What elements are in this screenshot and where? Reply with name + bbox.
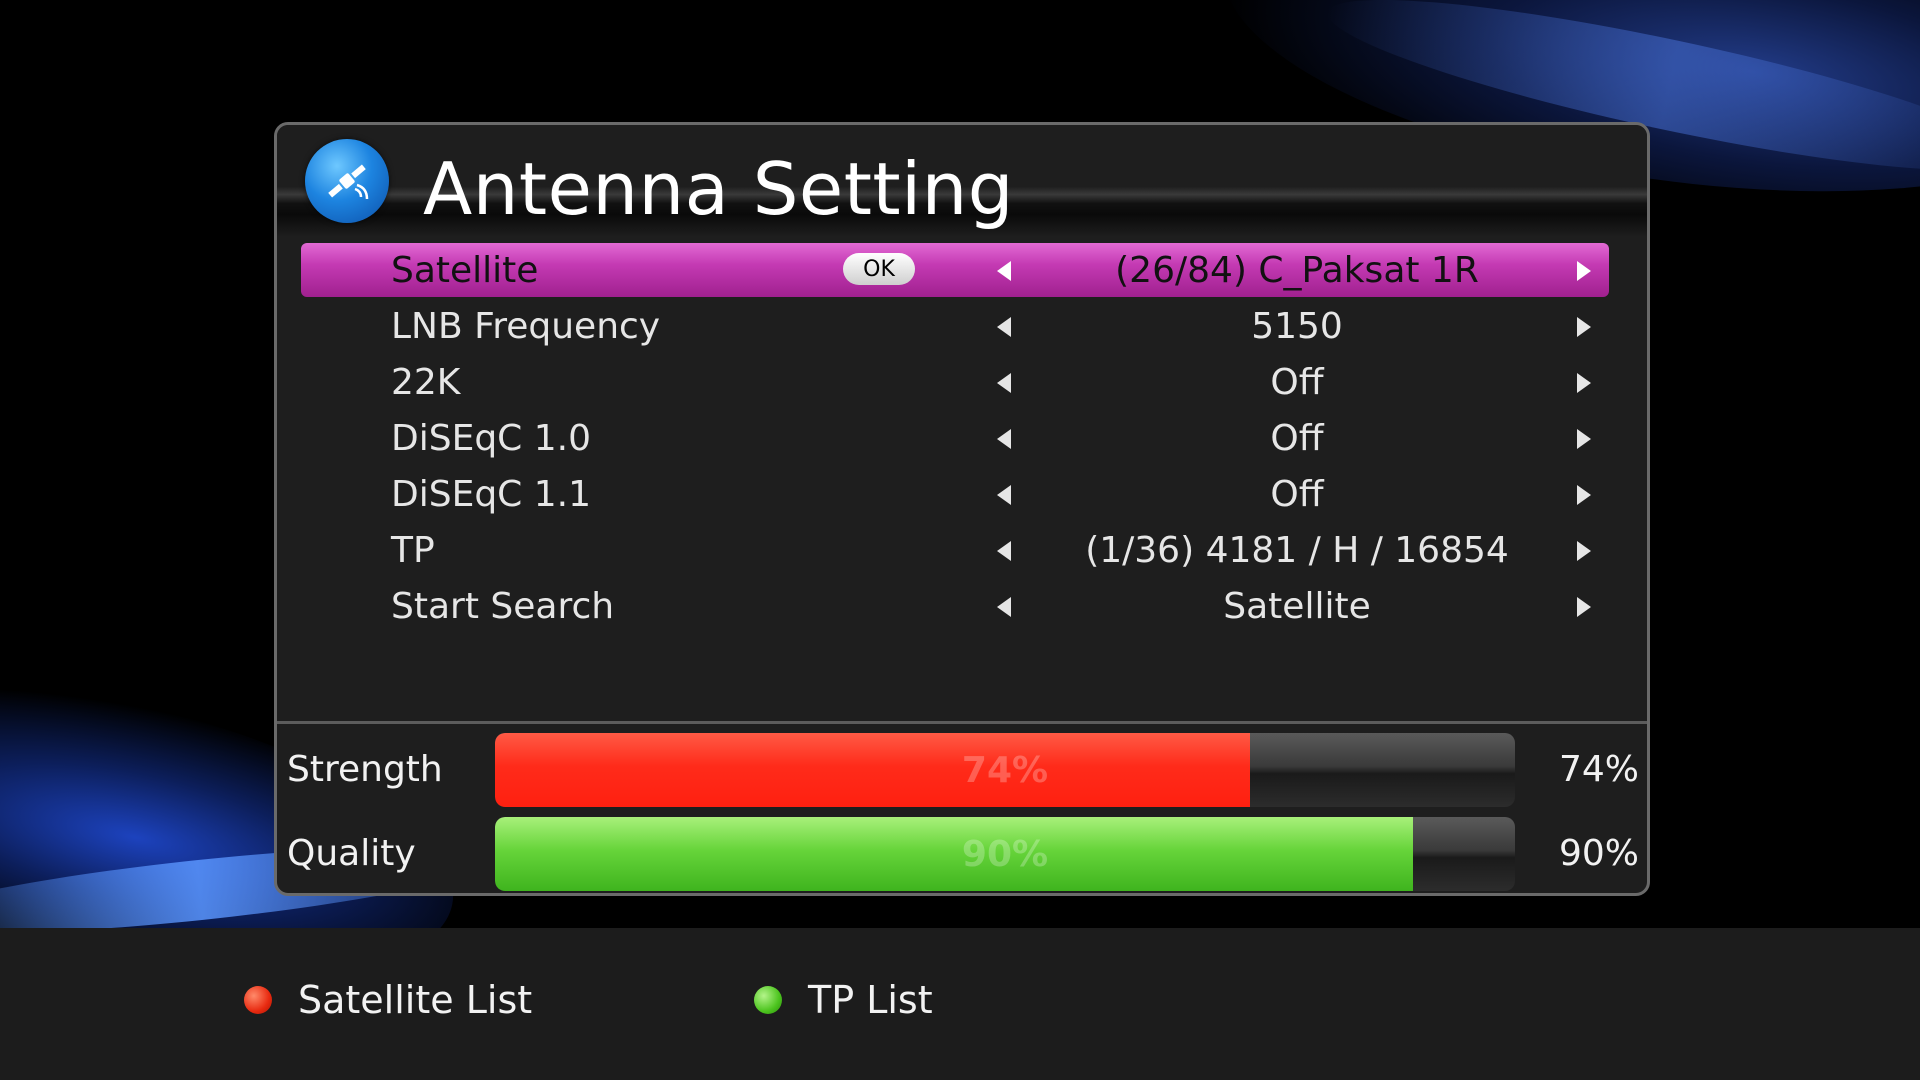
arrow-left-icon[interactable] xyxy=(997,429,1011,449)
menu-row-value: Off xyxy=(1270,418,1324,459)
menu-row-label: DiSEqC 1.0 xyxy=(391,418,592,459)
menu-row-tp[interactable]: TP (1/36) 4181 / H / 16854 xyxy=(301,523,1609,579)
menu-row-value: Satellite xyxy=(1223,586,1371,627)
menu-row-label: LNB Frequency xyxy=(391,306,661,347)
menu-row-label: DiSEqC 1.1 xyxy=(391,474,592,515)
quality-bar-text: 90% xyxy=(961,833,1049,875)
arrow-right-icon[interactable] xyxy=(1577,261,1591,281)
ok-button[interactable]: OK xyxy=(843,253,915,285)
footer-bar: Satellite List TP List xyxy=(0,928,1920,1080)
red-key-icon xyxy=(244,986,272,1014)
tp-list-label: TP List xyxy=(808,978,933,1022)
menu-row-lnb-frequency[interactable]: LNB Frequency 5150 xyxy=(301,299,1609,355)
strength-bar-text: 74% xyxy=(961,749,1049,791)
menu-row-value: (1/36) 4181 / H / 16854 xyxy=(1085,530,1509,571)
quality-label: Quality xyxy=(287,833,416,874)
page-title: Antenna Setting xyxy=(423,147,1014,231)
satellite-icon xyxy=(305,139,389,223)
quality-percent: 90% xyxy=(1559,833,1640,874)
green-key-icon xyxy=(754,986,782,1014)
satellite-list-button[interactable]: Satellite List xyxy=(244,978,532,1022)
strength-meter: Strength 74% 74% xyxy=(277,733,1647,809)
menu-row-start-search[interactable]: Start Search Satellite xyxy=(301,579,1609,635)
arrow-left-icon[interactable] xyxy=(997,373,1011,393)
quality-meter: Quality 90% 90% xyxy=(277,817,1647,893)
menu-row-satellite[interactable]: Satellite OK (26/84) C_Paksat 1R xyxy=(301,243,1609,297)
menu-row-label: 22K xyxy=(391,362,461,403)
tp-list-button[interactable]: TP List xyxy=(754,978,933,1022)
antenna-setting-panel: Antenna Setting Satellite OK (26/84) C_P… xyxy=(274,122,1650,896)
menu-row-value: Off xyxy=(1270,362,1324,403)
strength-bar-track: 74% xyxy=(495,733,1515,807)
menu-row-diseqc-1-1[interactable]: DiSEqC 1.1 Off xyxy=(301,467,1609,523)
arrow-left-icon[interactable] xyxy=(997,597,1011,617)
menu-row-value: 5150 xyxy=(1251,306,1343,347)
settings-menu: Satellite OK (26/84) C_Paksat 1R LNB Fre… xyxy=(301,243,1609,635)
title-bar: Antenna Setting xyxy=(277,125,1647,237)
menu-row-value: Off xyxy=(1270,474,1324,515)
satellite-list-label: Satellite List xyxy=(298,978,533,1022)
menu-row-label: Satellite xyxy=(391,250,539,291)
arrow-right-icon[interactable] xyxy=(1577,485,1591,505)
arrow-right-icon[interactable] xyxy=(1577,541,1591,561)
arrow-right-icon[interactable] xyxy=(1577,597,1591,617)
menu-row-label: Start Search xyxy=(391,586,615,627)
arrow-right-icon[interactable] xyxy=(1577,317,1591,337)
arrow-right-icon[interactable] xyxy=(1577,429,1591,449)
menu-row-22k[interactable]: 22K Off xyxy=(301,355,1609,411)
menu-row-value: (26/84) C_Paksat 1R xyxy=(1115,250,1479,291)
divider xyxy=(277,721,1647,724)
menu-row-label: TP xyxy=(391,530,435,571)
strength-label: Strength xyxy=(287,749,443,790)
quality-bar-track: 90% xyxy=(495,817,1515,891)
arrow-right-icon[interactable] xyxy=(1577,373,1591,393)
arrow-left-icon[interactable] xyxy=(997,317,1011,337)
arrow-left-icon[interactable] xyxy=(997,541,1011,561)
menu-row-diseqc-1-0[interactable]: DiSEqC 1.0 Off xyxy=(301,411,1609,467)
arrow-left-icon[interactable] xyxy=(997,485,1011,505)
arrow-left-icon[interactable] xyxy=(997,261,1011,281)
strength-percent: 74% xyxy=(1559,749,1640,790)
